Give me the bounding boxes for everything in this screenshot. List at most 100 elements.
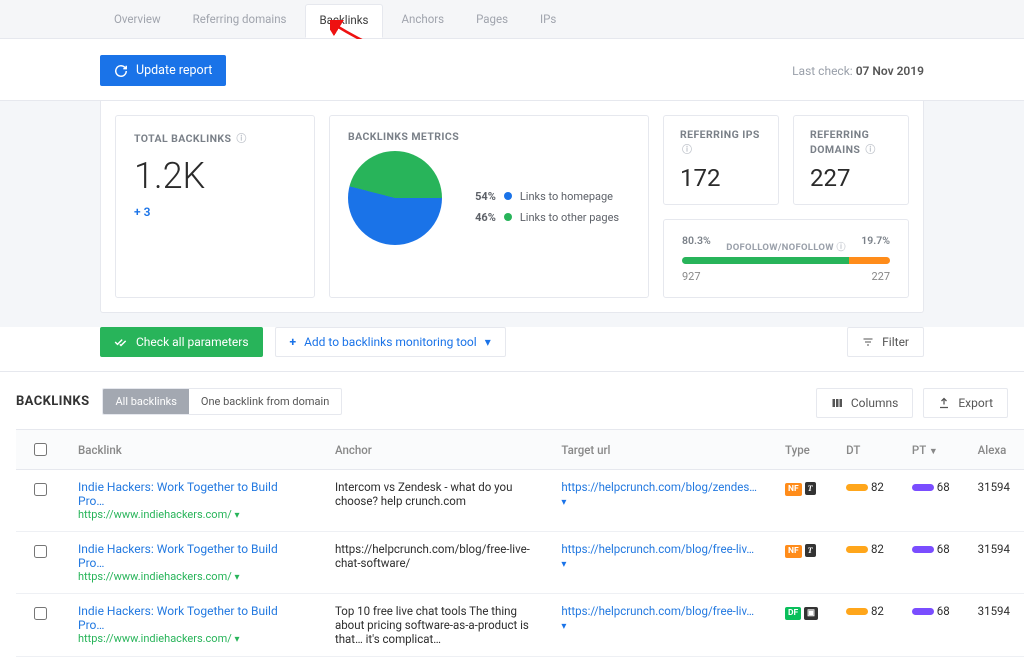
- backlinks-section: BACKLINKS All backlinks One backlink fro…: [0, 372, 1024, 657]
- dofollow-count: 927: [682, 270, 701, 283]
- dt-value: 82: [871, 542, 884, 556]
- help-icon[interactable]: ⓘ: [865, 145, 875, 156]
- tab-pages[interactable]: Pages: [462, 4, 522, 38]
- col-anchor[interactable]: Anchor: [321, 430, 547, 470]
- pt-value: 68: [937, 542, 950, 556]
- card-referring-domains: REFERRING DOMAINS ⓘ 227: [793, 115, 909, 205]
- anchor-text: Intercom vs Zendesk - what do you choose…: [321, 470, 547, 532]
- table-row: Indie Hackers: Work Together to Build Pr…: [16, 532, 1024, 594]
- anchor-text: https://helpcrunch.com/blog/free-live-ch…: [321, 532, 547, 594]
- seg-one-per-domain[interactable]: One backlink from domain: [189, 389, 341, 414]
- filter-icon: [862, 336, 874, 348]
- select-all-checkbox[interactable]: [34, 443, 47, 456]
- table-row: Indie Hackers: Work Together to Build Pr…: [16, 470, 1024, 532]
- backlink-domain[interactable]: https://www.indiehackers.com/ ▾: [78, 570, 307, 583]
- refresh-icon: [114, 64, 128, 78]
- col-dt[interactable]: DT: [832, 430, 898, 470]
- target-url[interactable]: https://helpcrunch.com/blog/free-liv…: [561, 542, 754, 556]
- card-total-backlinks: TOTAL BACKLINKS ⓘ 1.2K + 3: [115, 115, 315, 298]
- chevron-down-icon[interactable]: ▾: [235, 634, 240, 645]
- col-target[interactable]: Target url: [547, 430, 771, 470]
- topbar: Update report Last check: 07 Nov 2019: [0, 39, 1024, 101]
- follow-badge: NF: [785, 545, 802, 558]
- chevron-down-icon[interactable]: ▾: [561, 497, 566, 508]
- help-icon[interactable]: ⓘ: [236, 134, 246, 145]
- total-backlinks-delta: + 3: [134, 205, 296, 219]
- nofollow-count: 227: [871, 270, 890, 283]
- update-report-button[interactable]: Update report: [100, 55, 226, 86]
- update-report-label: Update report: [136, 63, 212, 78]
- tabs-bar: Overview Referring domains Backlinks Anc…: [0, 0, 1024, 39]
- anchor-text: Top 10 free live chat tools The thing ab…: [321, 594, 547, 657]
- col-backlink[interactable]: Backlink: [64, 430, 321, 470]
- card-backlinks-metrics: BACKLINKS METRICS 54% Links to homepage …: [329, 115, 649, 298]
- row-checkbox[interactable]: [34, 545, 47, 558]
- seg-all-backlinks[interactable]: All backlinks: [103, 389, 188, 414]
- tab-backlinks[interactable]: Backlinks: [305, 4, 384, 38]
- check-all-parameters-button[interactable]: Check all parameters: [100, 327, 263, 357]
- tab-ips[interactable]: IPs: [526, 4, 570, 38]
- dt-bar: [846, 608, 868, 615]
- text-type-icon: T: [805, 544, 816, 557]
- row-checkbox[interactable]: [34, 483, 47, 496]
- chevron-down-icon[interactable]: ▾: [561, 559, 566, 570]
- chevron-down-icon[interactable]: ▾: [561, 621, 566, 632]
- export-button[interactable]: Export: [923, 388, 1008, 418]
- follow-bar: [682, 257, 890, 264]
- columns-icon: [831, 397, 843, 409]
- plus-icon: +: [290, 335, 297, 349]
- tab-overview[interactable]: Overview: [100, 4, 175, 38]
- col-type[interactable]: Type: [771, 430, 832, 470]
- total-backlinks-value: 1.2K: [134, 155, 296, 197]
- pie-chart: [348, 151, 442, 245]
- image-type-icon: ▣: [804, 607, 818, 620]
- alexa-value: 31594: [964, 532, 1024, 594]
- help-icon[interactable]: ⓘ: [836, 243, 845, 253]
- dt-value: 82: [871, 480, 884, 494]
- backlink-title[interactable]: Indie Hackers: Work Together to Build Pr…: [78, 480, 307, 508]
- columns-button[interactable]: Columns: [816, 388, 914, 418]
- follow-badge: NF: [785, 483, 802, 496]
- dt-value: 82: [871, 604, 884, 618]
- card-referring-ips: REFERRING IPS ⓘ 172: [663, 115, 779, 205]
- last-check: Last check: 07 Nov 2019: [792, 64, 924, 78]
- backlink-domain[interactable]: https://www.indiehackers.com/ ▾: [78, 508, 307, 521]
- pt-bar: [912, 484, 934, 491]
- table-row: Indie Hackers: Work Together to Build Pr…: [16, 594, 1024, 657]
- chevron-down-icon[interactable]: ▾: [235, 572, 240, 583]
- summary-cards: TOTAL BACKLINKS ⓘ 1.2K + 3 BACKLINKS MET…: [100, 101, 924, 313]
- col-alexa[interactable]: Alexa: [964, 430, 1024, 470]
- legend-homepage: 54% Links to homepage: [475, 190, 619, 203]
- follow-badge: DF: [785, 607, 801, 620]
- backlinks-table: Backlink Anchor Target url Type DT PT ▼ …: [16, 429, 1024, 657]
- alexa-value: 31594: [964, 470, 1024, 532]
- pt-value: 68: [937, 480, 950, 494]
- dt-bar: [846, 546, 868, 553]
- card-follow-ratio: 80.3% DOFOLLOW/NOFOLLOW ⓘ 19.7% 927 227: [663, 219, 909, 298]
- backlink-domain[interactable]: https://www.indiehackers.com/ ▾: [78, 632, 307, 645]
- view-segment: All backlinks One backlink from domain: [102, 388, 342, 415]
- section-title: BACKLINKS: [16, 394, 89, 409]
- dofollow-pct: 80.3%: [682, 234, 711, 257]
- tab-anchors[interactable]: Anchors: [387, 4, 458, 38]
- target-url[interactable]: https://helpcrunch.com/blog/free-liv…: [561, 604, 754, 618]
- filter-button[interactable]: Filter: [847, 327, 924, 357]
- actions-toolbar: Check all parameters + Add to backlinks …: [0, 327, 1024, 372]
- backlink-title[interactable]: Indie Hackers: Work Together to Build Pr…: [78, 542, 307, 570]
- tab-referring-domains[interactable]: Referring domains: [179, 4, 301, 38]
- add-to-monitoring-button[interactable]: + Add to backlinks monitoring tool ▾: [275, 327, 506, 357]
- pt-bar: [912, 608, 934, 615]
- target-url[interactable]: https://helpcrunch.com/blog/zendes…: [561, 480, 757, 494]
- backlink-title[interactable]: Indie Hackers: Work Together to Build Pr…: [78, 604, 307, 632]
- alexa-value: 31594: [964, 594, 1024, 657]
- dt-bar: [846, 484, 868, 491]
- dot-icon: [504, 213, 512, 221]
- sort-desc-icon: ▼: [929, 447, 938, 457]
- col-pt[interactable]: PT ▼: [898, 430, 964, 470]
- help-icon[interactable]: ⓘ: [682, 145, 692, 156]
- referring-ips-value: 172: [680, 164, 762, 192]
- chevron-down-icon[interactable]: ▾: [235, 510, 240, 521]
- nofollow-pct: 19.7%: [861, 234, 890, 257]
- row-checkbox[interactable]: [34, 607, 47, 620]
- dot-icon: [504, 192, 512, 200]
